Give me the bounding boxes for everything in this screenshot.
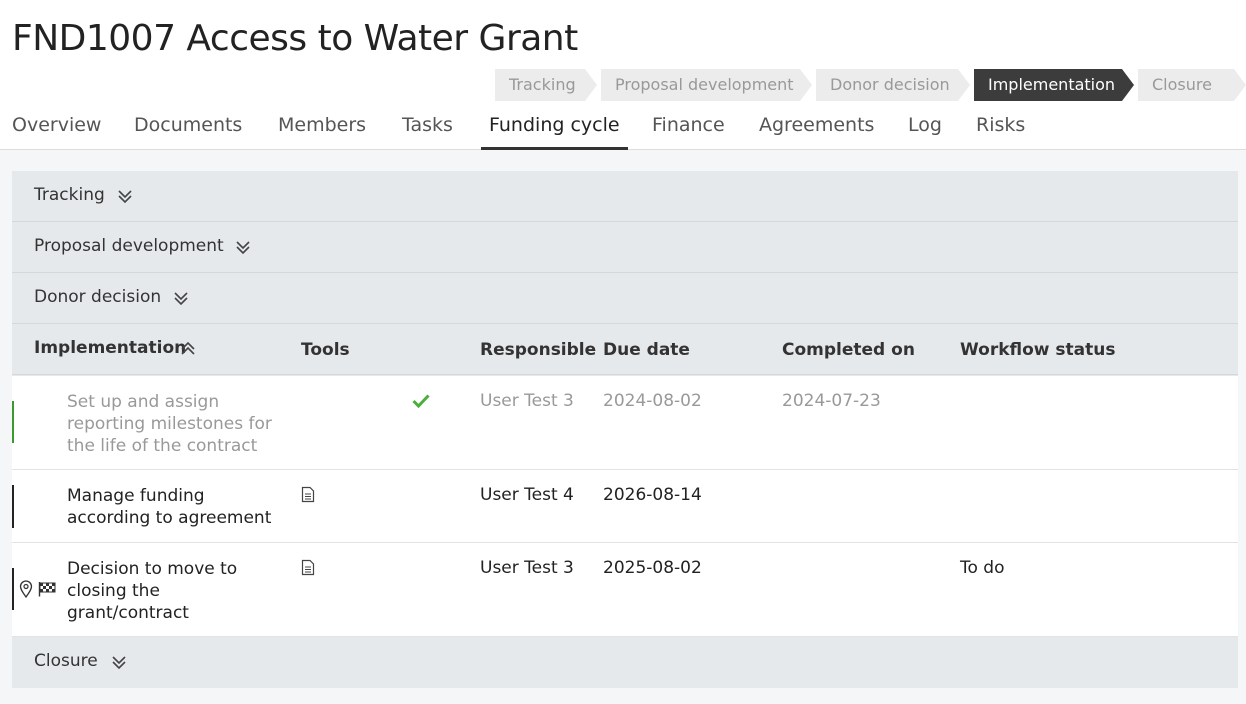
document-icon[interactable]: [301, 559, 315, 576]
chevron-double-up-icon[interactable]: [180, 341, 196, 357]
checkered-flag-icon: [38, 582, 56, 597]
column-header-tools: Tools: [301, 340, 350, 360]
responsible-cell: User Test 3: [480, 558, 574, 578]
section-proposal-development[interactable]: Proposal development: [12, 222, 1238, 273]
responsible-cell: User Test 4: [480, 485, 574, 505]
due-date-cell: 2026-08-14: [603, 485, 702, 505]
page-title: FND1007 Access to Water Grant: [12, 18, 578, 59]
column-header-due-date[interactable]: Due date: [603, 340, 690, 360]
tab-documents[interactable]: Documents: [126, 112, 250, 150]
task-title[interactable]: Set up and assign reporting milestones f…: [67, 391, 277, 457]
due-date-cell: 2024-08-02: [603, 391, 702, 411]
chevron-double-down-icon[interactable]: [173, 290, 189, 306]
task-title[interactable]: Manage funding according to agreement: [67, 485, 277, 529]
funding-cycle-content: Tracking Proposal development Donor deci…: [0, 150, 1246, 704]
stage-tracking[interactable]: Tracking: [495, 69, 597, 101]
chevron-double-down-icon[interactable]: [111, 654, 127, 670]
workflow-status-cell: To do: [960, 558, 1005, 578]
column-header-completed-on[interactable]: Completed on: [782, 340, 915, 360]
tab-risks[interactable]: Risks: [968, 112, 1033, 150]
stage-donor-decision[interactable]: Donor decision: [816, 69, 970, 101]
section-proposal-development-label: Proposal development: [34, 236, 224, 256]
section-closure[interactable]: Closure: [12, 637, 1238, 688]
tab-members[interactable]: Members: [270, 112, 374, 150]
due-date-cell: 2025-08-02: [603, 558, 702, 578]
task-status-bar: [12, 568, 14, 610]
responsible-cell: User Test 3: [480, 391, 574, 411]
stage-progress: Tracking Proposal development Donor deci…: [495, 69, 1246, 101]
chevron-double-down-icon[interactable]: [235, 239, 251, 255]
section-tracking[interactable]: Tracking: [12, 171, 1238, 222]
table-row[interactable]: Decision to move to closing the grant/co…: [12, 543, 1238, 637]
column-header-responsible[interactable]: Responsible: [480, 340, 596, 360]
section-tracking-label: Tracking: [34, 185, 105, 205]
stage-proposal-development[interactable]: Proposal development: [601, 69, 812, 101]
tab-log[interactable]: Log: [900, 112, 950, 150]
stage-sections-panel: Tracking Proposal development Donor deci…: [12, 171, 1238, 688]
document-icon[interactable]: [301, 486, 315, 503]
completed-on-cell: 2024-07-23: [782, 391, 881, 411]
table-row[interactable]: Set up and assign reporting milestones f…: [12, 376, 1238, 470]
task-status-bar: [12, 485, 14, 528]
tab-tasks[interactable]: Tasks: [394, 112, 461, 150]
completed-status-bar: [12, 401, 14, 443]
location-pin-icon: [19, 580, 33, 598]
section-closure-label: Closure: [34, 651, 98, 671]
stage-implementation[interactable]: Implementation: [974, 69, 1134, 101]
tab-agreements[interactable]: Agreements: [751, 112, 882, 150]
section-donor-decision-label: Donor decision: [34, 287, 162, 307]
stage-closure[interactable]: Closure: [1138, 69, 1246, 101]
section-implementation-label: Implementation: [34, 338, 187, 358]
tab-finance[interactable]: Finance: [644, 112, 733, 150]
check-icon: [412, 394, 430, 408]
section-donor-decision[interactable]: Donor decision: [12, 273, 1238, 324]
table-row[interactable]: Manage funding according to agreement Us…: [12, 470, 1238, 543]
column-header-workflow-status[interactable]: Workflow status: [960, 340, 1115, 360]
tab-funding-cycle[interactable]: Funding cycle: [481, 112, 628, 150]
chevron-double-down-icon[interactable]: [117, 188, 133, 204]
tab-bar: Overview Documents Members Tasks Funding…: [0, 112, 1246, 150]
tab-overview[interactable]: Overview: [4, 112, 109, 150]
task-title[interactable]: Decision to move to closing the grant/co…: [67, 558, 277, 624]
